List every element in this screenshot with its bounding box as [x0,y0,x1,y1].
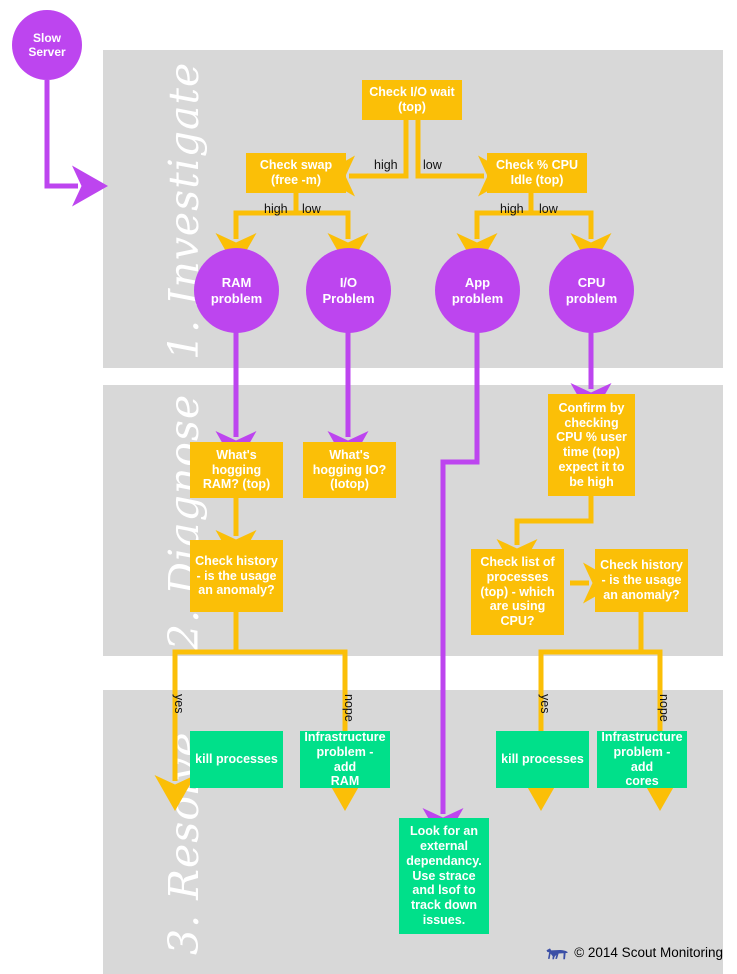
node-infra-add-ram[interactable]: Infrastructure problem - add RAM [300,730,390,789]
node-label: Look for an external dependancy. Use strace… [406,824,482,927]
node-label: Check I/O wait (top) [369,85,455,114]
node-cpu-problem[interactable]: CPU problem [549,248,634,333]
node-label: kill processes [501,752,584,767]
node-kill-processes-cpu[interactable]: kill processes [496,731,589,788]
edge-label-swap-low: low [302,202,321,216]
node-check-list-processes[interactable]: Check list of processes (top) - which are u… [471,549,564,635]
edge-label-cpu-nope: nope [657,694,671,722]
edge-label-swap-high: high [264,202,288,216]
node-label: kill processes [195,752,278,767]
node-label: App problem [451,275,504,306]
edge-label-io-low: low [423,158,442,172]
node-hogging-io[interactable]: What's hogging IO? (Iotop) [303,442,396,498]
node-label: Confirm by checking CPU % user time (top) ex… [556,400,627,489]
node-label: Infrastructure problem - add cores [601,730,683,789]
node-label: Slow Server [28,30,66,59]
node-check-history-ram[interactable]: Check history - is the usage an anomaly? [190,540,283,612]
node-label: What's hogging RAM? (top) [202,447,271,492]
node-slow-server[interactable]: Slow Server [12,10,82,80]
edge-label-cpu-high: high [500,202,524,216]
node-ram-problem[interactable]: RAM problem [194,248,279,333]
node-label: I/O Problem [322,275,375,306]
node-external-dependency[interactable]: Look for an external dependancy. Use strace… [399,818,489,934]
footer-credit: © 2014 Scout Monitoring [546,945,723,960]
edge-label-io-high: high [374,158,398,172]
node-kill-processes-ram[interactable]: kill processes [190,731,283,788]
node-confirm-cpu-user-time[interactable]: Confirm by checking CPU % user time (top) ex… [548,394,635,496]
node-label: RAM problem [210,275,263,306]
node-io-problem[interactable]: I/O Problem [306,248,391,333]
node-label: What's hogging IO? (Iotop) [312,447,387,492]
node-label: Check history - is the usage an anomaly? [600,558,683,602]
node-label: Infrastructure problem - add RAM [304,730,386,789]
node-label: Check swap (free -m) [259,158,333,187]
footer-credit-text: © 2014 Scout Monitoring [574,945,723,960]
dog-icon [546,946,568,960]
edge-label-ram-yes: yes [172,694,186,714]
flowchart-canvas: 1. Investigate 2. Diagnose 3. Resolve Sl… [0,0,737,974]
edge-label-cpu-low: low [539,202,558,216]
edge-label-cpu-yes: yes [538,694,552,714]
node-check-history-cpu[interactable]: Check history - is the usage an anomaly? [595,549,688,612]
node-label: Check % CPU Idle (top) [496,158,578,187]
node-app-problem[interactable]: App problem [435,248,520,333]
node-infra-add-cores[interactable]: Infrastructure problem - add cores [597,730,687,789]
node-label: Check history - is the usage an anomaly? [195,553,278,598]
node-check-io-wait[interactable]: Check I/O wait (top) [362,80,462,120]
node-check-cpu-idle[interactable]: Check % CPU Idle (top) [487,153,587,193]
node-label: CPU problem [565,275,618,306]
node-label: Check list of processes (top) - which are u… [480,555,555,629]
node-hogging-ram[interactable]: What's hogging RAM? (top) [190,442,283,498]
edge-label-ram-nope: nope [342,694,356,722]
node-check-swap[interactable]: Check swap (free -m) [246,153,346,193]
